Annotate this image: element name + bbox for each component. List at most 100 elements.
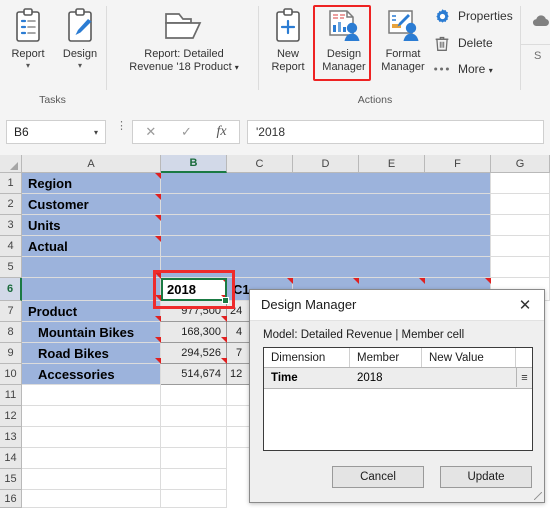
cell-B16[interactable] [161,490,227,508]
design-manager-icon [315,4,373,48]
properties-button[interactable]: Properties [432,6,513,26]
formula-input[interactable]: '2018 [247,120,544,144]
cancel-formula-icon[interactable]: ✕ [145,124,156,140]
cell-range-B5-F5[interactable] [161,257,491,278]
cell-A1[interactable]: Region [22,173,161,194]
column-header-C[interactable]: C [227,155,293,173]
row-header-9[interactable]: 9 [0,343,22,364]
row-header-7[interactable]: 7 [0,301,22,322]
cell-G2[interactable] [491,194,550,215]
design-button-caret[interactable]: ▾ [56,61,104,70]
new-report-button[interactable]: New Report [264,4,312,74]
row-header-4[interactable]: 4 [0,236,22,257]
cell-A11[interactable] [22,385,161,406]
cell-range-B1-F1[interactable] [161,173,491,194]
column-header-dimension[interactable]: Dimension [264,348,350,367]
properties-button-label: Properties [458,9,513,23]
report-detailed-revenue-button[interactable]: Report: Detailed Revenue '18 Product ▾ [114,4,254,74]
cell-A10[interactable]: Accessories [22,364,161,385]
row-new-value[interactable] [422,368,516,388]
cell-A15[interactable] [22,469,161,490]
cell-B8[interactable]: 168,300 [161,322,227,343]
more-button[interactable]: More ▾ [432,59,493,79]
cell-G1[interactable] [491,173,550,194]
table-row[interactable]: Time 2018 ≡ [264,368,532,389]
cell-A13[interactable] [22,427,161,448]
row-header-14[interactable]: 14 [0,448,22,469]
cell-A7[interactable]: Product [22,301,161,322]
more-button-caret: ▾ [488,66,493,75]
formula-action-buttons: ✕ ✓ fx [132,120,240,144]
cell-B9[interactable]: 294,526 [161,343,227,364]
resize-grip[interactable] [534,492,542,500]
column-header-G[interactable]: G [491,155,550,173]
cell-A9[interactable]: Road Bikes [22,343,161,364]
cell-A2[interactable]: Customer [22,194,161,215]
row-header-8[interactable]: 8 [0,322,22,343]
row-header-13[interactable]: 13 [0,427,22,448]
cell-range-B3-F3[interactable] [161,215,491,236]
insert-function-icon[interactable]: fx [217,124,227,140]
column-header-member[interactable]: Member [350,348,422,367]
cell-B10[interactable]: 514,674 [161,364,227,385]
name-box[interactable]: B6 ▾ [6,120,106,144]
column-header-new-value[interactable]: New Value [422,348,516,367]
format-manager-button[interactable]: Format Manager [374,4,432,74]
cell-range-B2-F2[interactable] [161,194,491,215]
cell-range-B4-F4[interactable] [161,236,491,257]
cell-G3[interactable] [491,215,550,236]
cell-B14[interactable] [161,448,227,469]
confirm-formula-icon[interactable]: ✓ [181,124,192,140]
row-header-6[interactable]: 6 [0,278,22,301]
report-button-caret[interactable]: ▾ [4,61,52,70]
cell-A8[interactable]: Mountain Bikes [22,322,161,343]
cell-A12[interactable] [22,406,161,427]
row-grip-icon[interactable]: ≡ [516,368,532,387]
cell-A4[interactable]: Actual [22,236,161,257]
column-header-D[interactable]: D [293,155,359,173]
select-all-corner[interactable] [0,155,22,173]
column-header-A[interactable]: A [22,155,161,173]
cancel-button[interactable]: Cancel [332,466,424,488]
column-header-B[interactable]: B [161,155,227,173]
row-header-3[interactable]: 3 [0,215,22,236]
name-box-value: B6 [14,125,29,139]
cell-A16[interactable] [22,490,161,508]
row-header-1[interactable]: 1 [0,173,22,194]
column-header-F[interactable]: F [425,155,491,173]
cell-A14[interactable] [22,448,161,469]
cell-B11[interactable] [161,385,227,406]
formula-bar-grip[interactable]: ⋮ [116,121,127,132]
cell-A3[interactable]: Units [22,215,161,236]
design-button[interactable]: Design ▾ [56,4,104,70]
cell-B7[interactable]: 977,500 [161,301,227,322]
formula-bar: B6 ▾ ⋮ ✕ ✓ fx '2018 [0,110,550,155]
row-header-15[interactable]: 15 [0,469,22,490]
cell-B13[interactable] [161,427,227,448]
ribbon-separator-1 [106,6,107,90]
name-box-chevron-down-icon[interactable]: ▾ [94,128,105,137]
ellipsis-icon [432,59,452,79]
cell-A6[interactable] [22,278,161,301]
delete-button[interactable]: Delete [432,33,493,53]
row-header-2[interactable]: 2 [0,194,22,215]
cell-B12[interactable] [161,406,227,427]
row-header-12[interactable]: 12 [0,406,22,427]
row-header-16[interactable]: 16 [0,490,22,508]
cell-G5[interactable] [491,257,550,278]
design-manager-line1: Design [326,48,362,60]
close-icon[interactable]: ✕ [514,294,536,316]
row-header-10[interactable]: 10 [0,364,22,385]
cell-A5[interactable] [22,257,161,278]
row-header-11[interactable]: 11 [0,385,22,406]
report-button[interactable]: Report ▾ [4,4,52,70]
design-manager-button[interactable]: Design Manager [315,4,373,74]
cell-B15[interactable] [161,469,227,490]
update-button[interactable]: Update [440,466,532,488]
cell-B6[interactable]: 2018 [161,278,227,301]
column-header-spacer [516,348,532,367]
cloud-icon-partial[interactable] [532,14,550,33]
column-header-E[interactable]: E [359,155,425,173]
cell-G4[interactable] [491,236,550,257]
row-header-5[interactable]: 5 [0,257,22,278]
